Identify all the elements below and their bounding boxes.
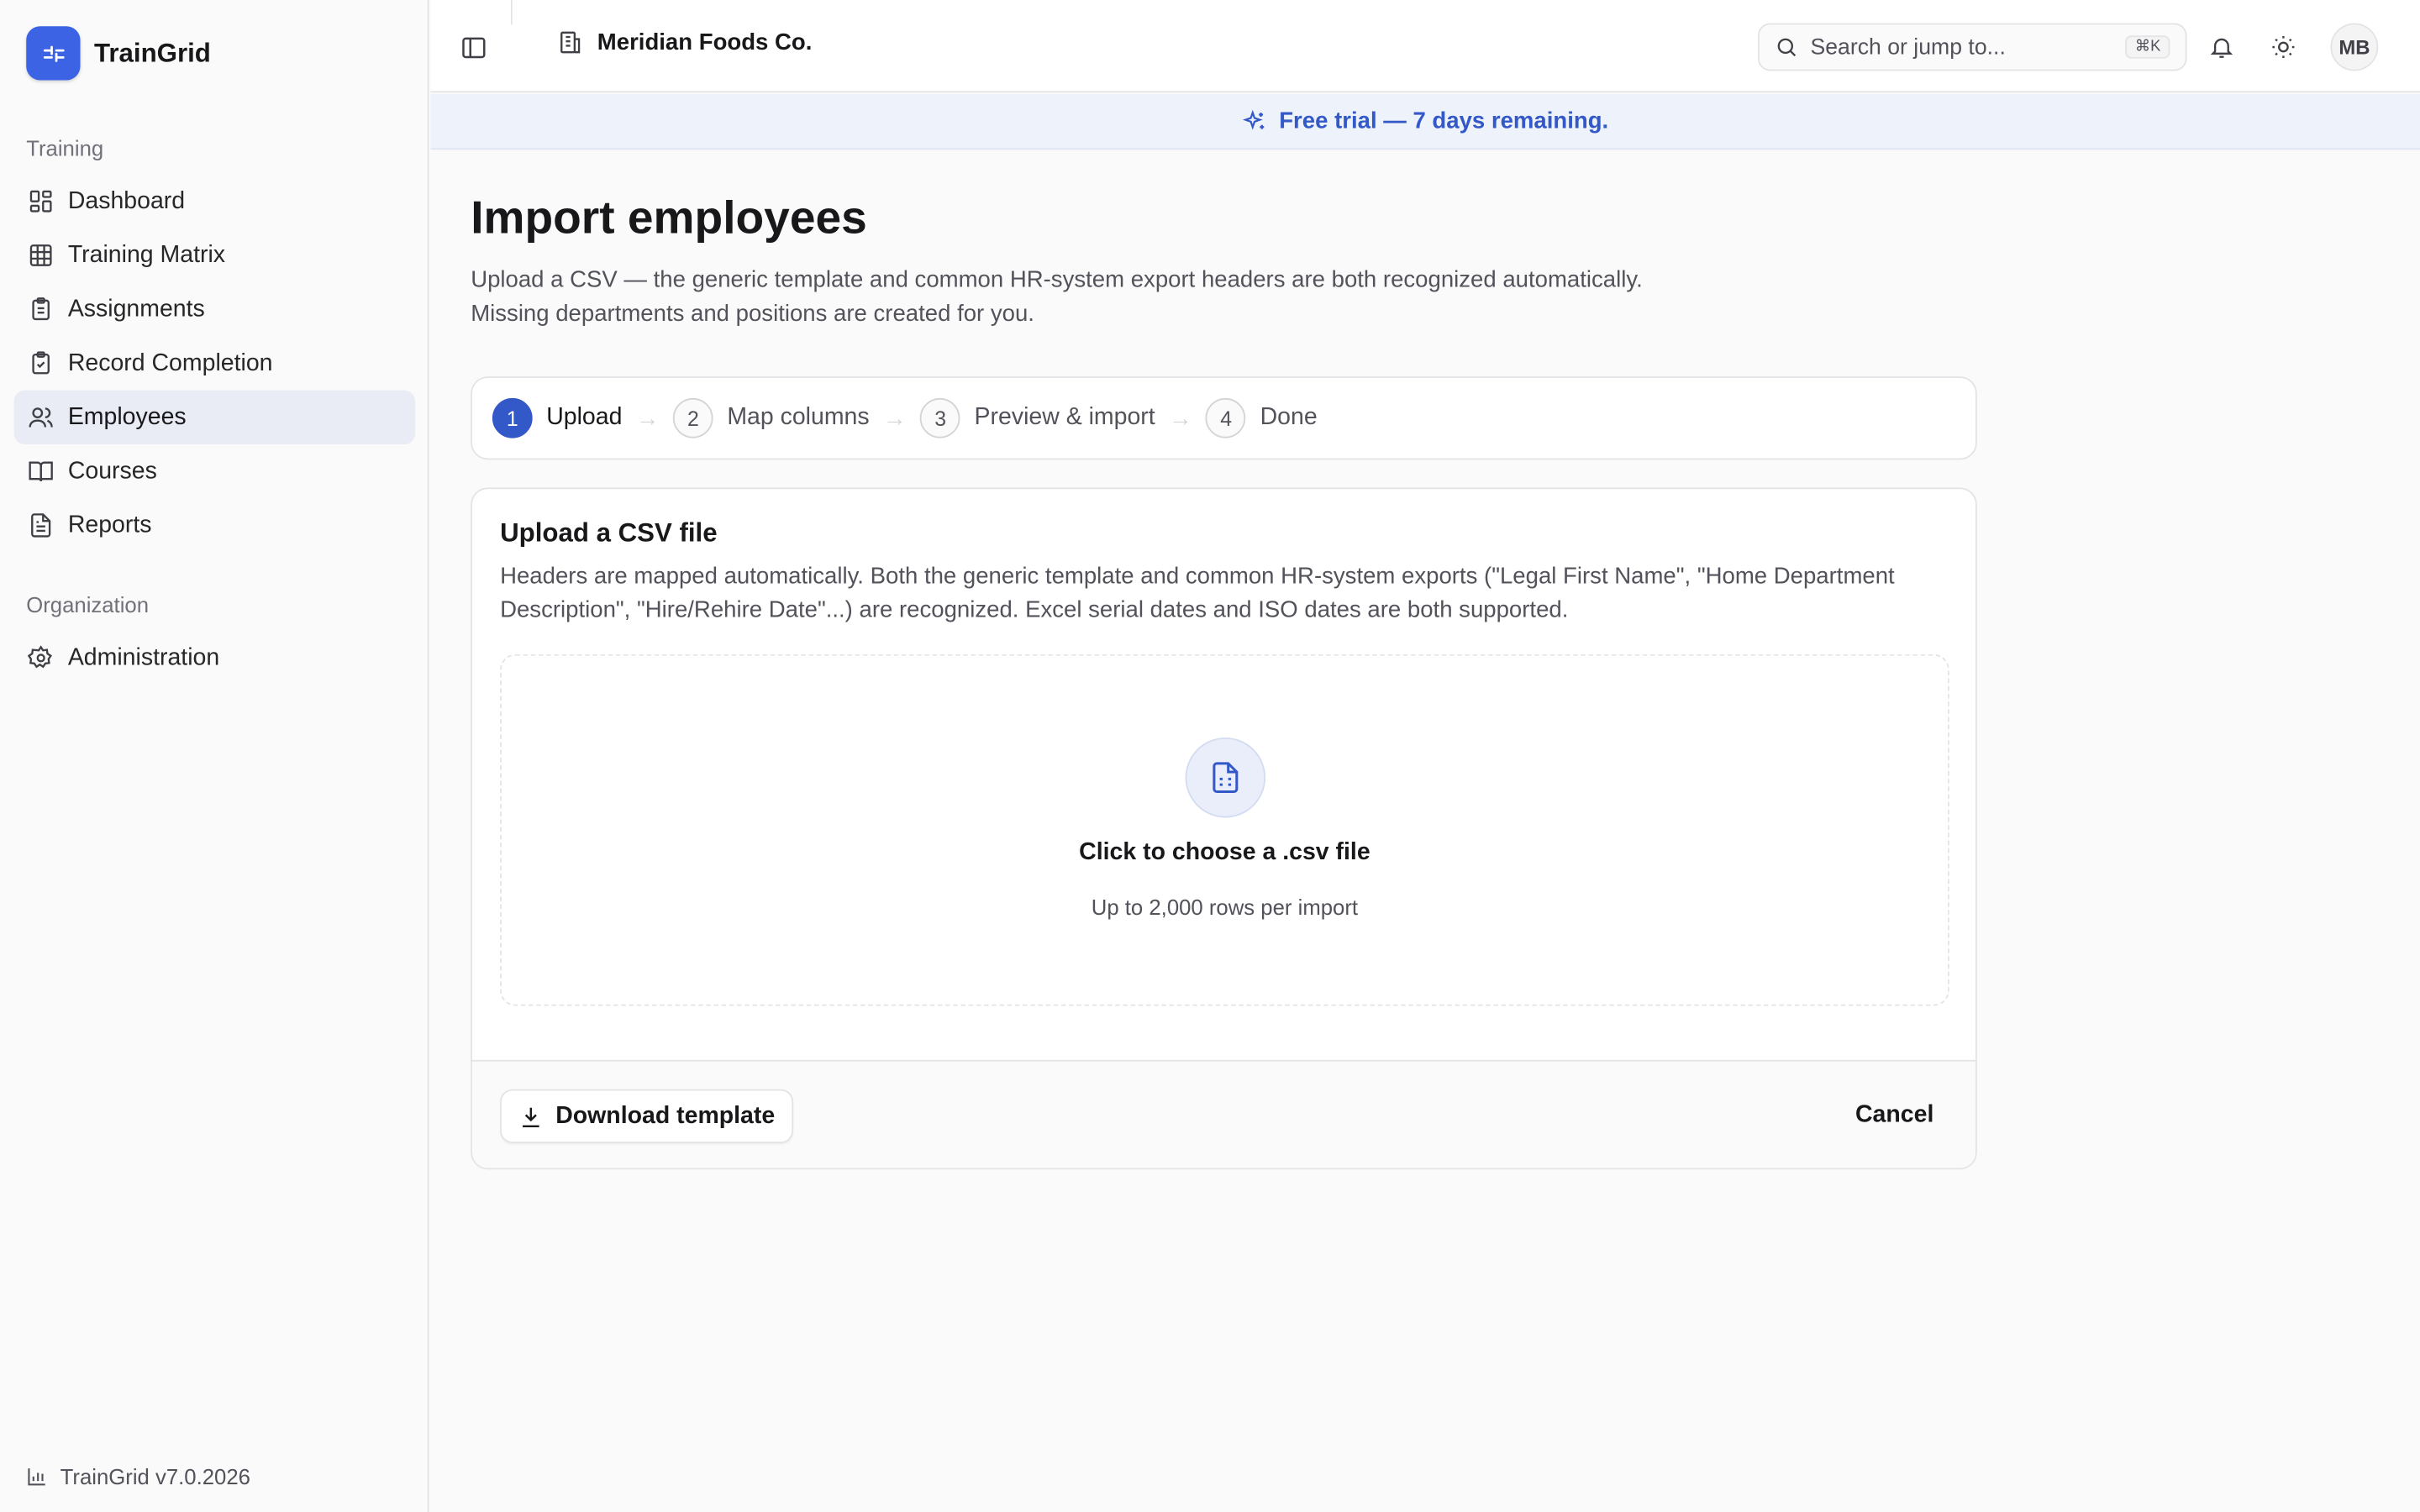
brand-name: TrainGrid: [94, 37, 211, 67]
sun-icon: [2271, 35, 2294, 58]
step-number: 4: [1206, 397, 1247, 438]
sidebar-item-label: Record Completion: [67, 349, 273, 376]
nav-group-training-label: Training: [26, 135, 104, 161]
search-input[interactable]: Search or jump to... ⌘K: [1758, 23, 2187, 71]
sidebar-item-employees[interactable]: Employees: [13, 390, 416, 444]
gear-icon: [28, 645, 53, 669]
download-template-button[interactable]: Download template: [500, 1089, 794, 1143]
page-title: Import employees: [471, 192, 867, 244]
avatar[interactable]: MB: [2330, 23, 2379, 71]
sidebar-item-training-matrix[interactable]: Training Matrix: [14, 228, 416, 282]
sidebar-item-administration[interactable]: Administration: [14, 631, 416, 685]
step-done: 4 Done: [1206, 397, 1318, 438]
upload-card-title: Upload a CSV file: [500, 518, 718, 549]
step-arrow-icon: →: [635, 405, 660, 432]
sidebar-item-label: Training Matrix: [67, 241, 226, 268]
sidebar: TrainGrid Training Dashboard Training Ma…: [0, 0, 429, 1512]
file-spreadsheet-icon: [1185, 737, 1266, 818]
step-label: Upload: [546, 404, 623, 431]
trial-banner: Free trial — 7 days remaining.: [430, 94, 2420, 150]
clipboard-check-icon: [32, 351, 50, 375]
file-text-icon: [31, 513, 51, 538]
bell-icon: [2209, 37, 2233, 57]
nav-group-organization-label: Organization: [26, 592, 150, 617]
step-map-columns: 2 Map columns: [673, 397, 870, 438]
sidebar-item-reports[interactable]: Reports: [14, 498, 416, 552]
bar-chart-icon: [28, 1468, 45, 1486]
step-number: 3: [920, 397, 961, 438]
sidebar-item-dashboard[interactable]: Dashboard: [14, 175, 416, 228]
step-preview-import: 3 Preview & import: [920, 397, 1155, 438]
download-icon: [523, 1106, 539, 1127]
dashboard-icon: [29, 190, 52, 213]
sidebar-item-label: Courses: [67, 457, 157, 484]
search-placeholder: Search or jump to...: [1810, 34, 2006, 60]
sidebar-item-label: Administration: [67, 643, 220, 671]
dropzone-subtitle: Up to 2,000 rows per import: [1091, 895, 1359, 920]
upload-card-footer: Download template Cancel: [472, 1059, 1975, 1168]
book-open-icon: [29, 461, 53, 482]
sidebar-item-assignments[interactable]: Assignments: [14, 282, 416, 336]
sidebar-item-label: Employees: [67, 403, 187, 430]
sidebar-item-courses[interactable]: Courses: [14, 444, 416, 498]
step-upload: 1 Upload: [492, 397, 623, 438]
theme-toggle-button[interactable]: [2265, 29, 2299, 63]
upload-card: Upload a CSV file Headers are mapped aut…: [471, 487, 1977, 1170]
csv-dropzone[interactable]: Click to choose a .csv file Up to 2,000 …: [500, 654, 1949, 1006]
upload-card-description: Headers are mapped automatically. Both t…: [500, 563, 1895, 624]
users-icon: [29, 407, 53, 428]
step-number: 2: [673, 397, 713, 438]
org-switcher[interactable]: Meridian Foods Co.: [557, 29, 812, 55]
org-name: Meridian Foods Co.: [597, 29, 813, 56]
sidebar-item-label: Assignments: [67, 295, 205, 322]
step-number: 1: [492, 397, 533, 438]
brand-logo-icon: [26, 26, 81, 81]
dropzone-title: Click to choose a .csv file: [1079, 839, 1370, 866]
search-icon: [1777, 38, 1797, 57]
sidebar-item-label: Reports: [67, 511, 152, 538]
step-label: Map columns: [727, 404, 870, 431]
trial-banner-text: Free trial — 7 days remaining.: [1279, 108, 1609, 134]
app-version-text: TrainGrid v7.0.2026: [60, 1464, 250, 1489]
topbar-divider: [510, 0, 513, 25]
page-description: Upload a CSV — the generic template and …: [471, 266, 1643, 328]
topbar: Meridian Foods Co. Search or jump to... …: [430, 0, 2420, 93]
building-icon: [560, 31, 581, 54]
step-label: Preview & import: [974, 404, 1155, 431]
step-arrow-icon: →: [1169, 405, 1192, 432]
clipboard-list-icon: [32, 297, 50, 321]
app-root: TrainGrid Training Dashboard Training Ma…: [0, 0, 2420, 1512]
grid-table-icon: [29, 244, 52, 266]
sidebar-item-record-completion[interactable]: Record Completion: [14, 336, 416, 390]
cancel-button[interactable]: Cancel: [1855, 1101, 1933, 1129]
panel-left-icon: [462, 37, 486, 59]
step-arrow-icon: →: [883, 405, 907, 432]
step-label: Done: [1260, 404, 1318, 431]
sparkles-icon: [1242, 108, 1264, 129]
sidebar-toggle-button[interactable]: [455, 29, 492, 66]
app-version: TrainGrid v7.0.2026: [26, 1464, 250, 1488]
notifications-button[interactable]: [2204, 29, 2238, 63]
search-shortcut: ⌘K: [2125, 35, 2170, 59]
sidebar-item-label: Dashboard: [67, 187, 186, 214]
import-stepper: 1 Upload → 2 Map columns → 3 Preview & i…: [471, 376, 1977, 460]
download-template-label: Download template: [555, 1102, 776, 1129]
brand[interactable]: TrainGrid: [26, 26, 211, 81]
